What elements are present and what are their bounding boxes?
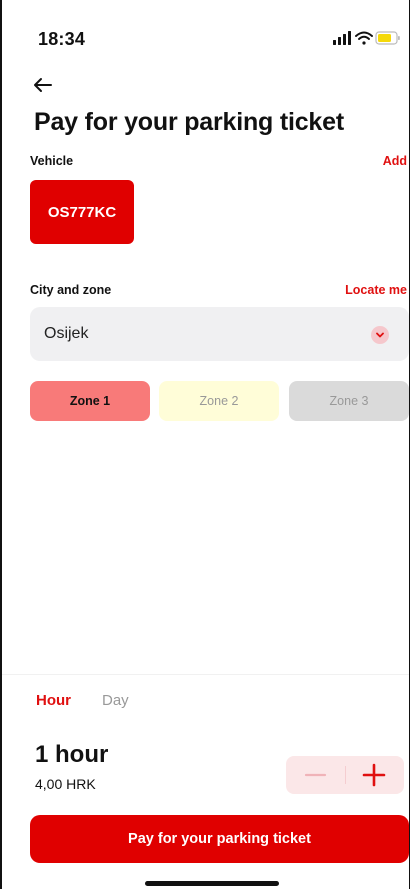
decrement-button[interactable] [286,756,345,794]
status-time: 18:34 [38,29,86,49]
battery-icon [375,31,400,45]
home-indicator [145,881,279,886]
arrow-left-icon[interactable] [32,74,56,96]
status-bar: 18:34 [2,0,409,60]
zone-1-button[interactable]: Zone 1 [30,381,150,421]
zone-label: Zone 2 [199,394,239,408]
vehicle-plate-text: OS777KC [47,203,117,221]
minus-icon [304,773,327,777]
wifi-icon [355,31,373,45]
chevron-down-icon [371,326,389,344]
city-select[interactable]: Osijek [30,307,409,361]
status-icons [333,31,400,45]
signal-icon [333,31,351,45]
increment-button[interactable] [345,756,404,794]
duration-stepper [286,756,404,794]
tab-hour[interactable]: Hour [36,692,71,709]
vehicle-plate-card[interactable]: OS777KC [30,180,134,244]
zone-label: Zone 1 [69,394,111,408]
city-select-value: Osijek [44,325,89,342]
duration-value: 1 hour [35,741,109,768]
app-screen: 18:34 Pay for your parking ticket Vehicl… [0,0,410,889]
tab-day[interactable]: Day [102,692,129,709]
add-vehicle-link[interactable]: Add [383,154,407,168]
page-title: Pay for your parking ticket [34,108,344,136]
duration-price: 4,00 HRK [35,776,96,792]
pay-button[interactable]: Pay for your parking ticket [30,815,409,863]
zone-label: Zone 3 [329,394,369,408]
plus-icon [362,763,386,787]
zone-2-button[interactable]: Zone 2 [159,381,279,421]
vehicle-label: Vehicle [30,154,74,168]
city-zone-label: City and zone [30,283,112,297]
zone-3-button[interactable]: Zone 3 [289,381,409,421]
locate-me-link[interactable]: Locate me [345,283,407,297]
